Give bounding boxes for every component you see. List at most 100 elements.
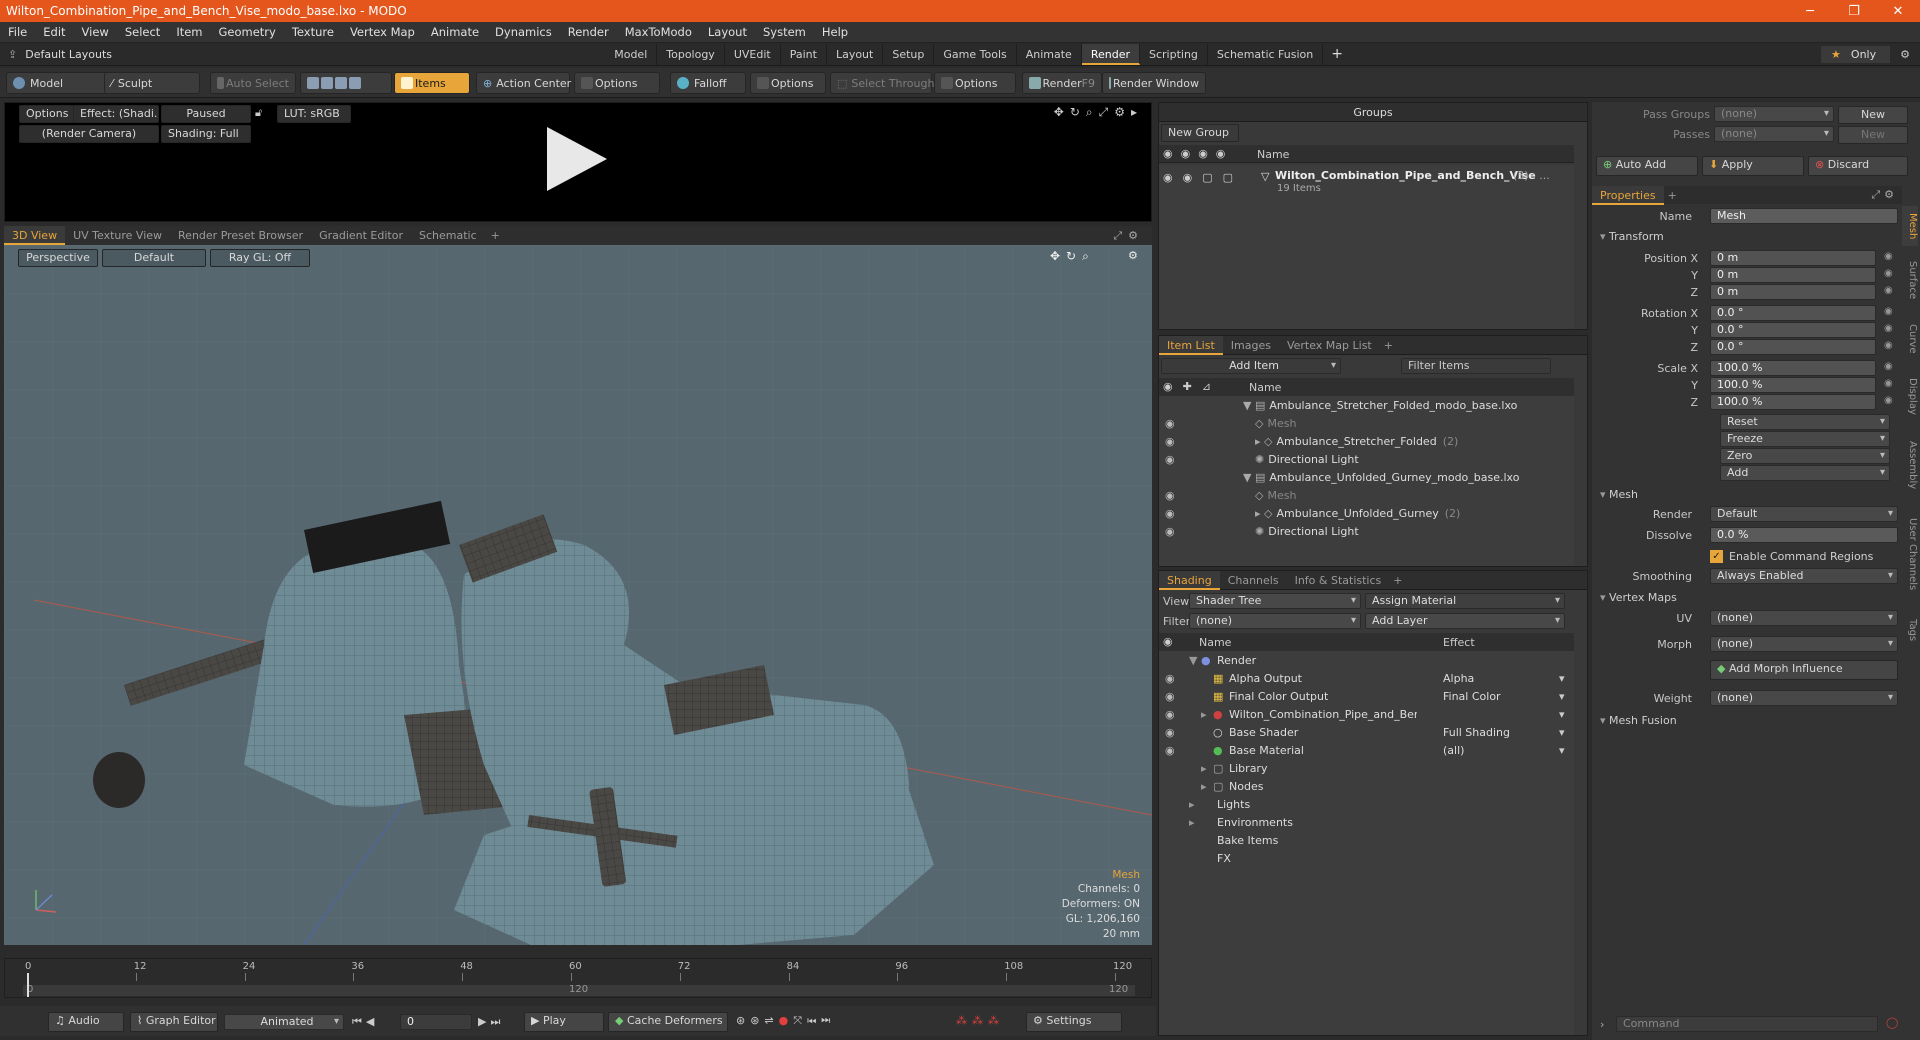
scale-field[interactable]: 100.0 % — [1710, 394, 1876, 410]
shader-item[interactable]: Bake Items — [1159, 831, 1574, 849]
viewport-nav-icons[interactable]: ✥↻⌕ — [1050, 249, 1095, 264]
item-visibility-icons[interactable]: ◉✚⊿ — [1163, 380, 1221, 393]
smoothing-dropdown[interactable]: Always Enabled — [1710, 568, 1898, 584]
sculpt-button[interactable]: ⁄ Sculpt — [104, 72, 200, 94]
play-icon[interactable] — [547, 127, 607, 191]
audio-button[interactable]: ♫ Audio — [48, 1012, 124, 1032]
tab-render-preset-browser[interactable]: Render Preset Browser — [170, 226, 311, 245]
add-viewport-tab[interactable]: + — [485, 229, 506, 242]
pos-field[interactable]: 0 m — [1710, 267, 1876, 283]
lut-dropdown[interactable]: LUT: sRGB — [277, 105, 351, 123]
preview-view-controls[interactable]: ✥↻⌕⤢⚙▸ — [1054, 105, 1143, 120]
play-button[interactable]: ▶ Play — [524, 1012, 604, 1032]
effect-dropdown-icon[interactable]: ▾ — [1559, 690, 1565, 703]
shader-item[interactable]: ▼ ● Render — [1159, 651, 1574, 669]
raygl-dropdown[interactable]: Ray GL: Off — [210, 249, 310, 267]
shader-item[interactable]: ◉ ▦ Alpha Output Alpha ▾ — [1159, 669, 1574, 687]
mesh-fusion-section[interactable]: ▾ Mesh Fusion — [1600, 714, 1677, 727]
add-item-dropdown[interactable]: Add Item — [1161, 358, 1341, 374]
side-tab-surface[interactable]: Surface — [1902, 250, 1918, 311]
keyframe-icon[interactable]: ◉ — [1884, 340, 1893, 351]
tab-render[interactable]: Render — [1081, 43, 1140, 65]
menu-edit[interactable]: Edit — [35, 25, 73, 39]
tab-paint[interactable]: Paint — [781, 43, 827, 65]
keyframe-icon[interactable]: ◉ — [1884, 268, 1893, 279]
checkbox-checked-icon[interactable]: ✓ — [1710, 549, 1723, 563]
tab-channels[interactable]: Channels — [1220, 571, 1287, 590]
tab-shading[interactable]: Shading — [1159, 570, 1220, 590]
expand-icon[interactable]: ⤢⚙ — [1113, 229, 1152, 243]
tab-vertex-map-list[interactable]: Vertex Map List — [1279, 336, 1380, 355]
pass-groups-dropdown[interactable]: (none) — [1714, 106, 1834, 122]
list-item[interactable]: ◉ ▸ ◇ Ambulance_Unfolded_Gurney (2) — [1159, 504, 1574, 522]
tab-schematic[interactable]: Schematic — [411, 226, 485, 245]
properties-expand-icon[interactable]: ⤢⚙ — [1871, 188, 1902, 202]
menu-select[interactable]: Select — [117, 25, 168, 39]
menu-vertex-map[interactable]: Vertex Map — [342, 25, 423, 39]
selection-mode-buttons[interactable] — [300, 72, 392, 94]
add-shading-tab[interactable]: + — [1389, 574, 1406, 587]
tab-model[interactable]: Model — [605, 43, 658, 65]
tab-schematic-fusion[interactable]: Schematic Fusion — [1208, 43, 1324, 65]
vertex-mode-icon[interactable] — [307, 77, 319, 89]
pos-field[interactable]: 0 m — [1710, 250, 1876, 266]
shader-item[interactable]: ◉ ▸● Wilton_Combination_Pipe_and_Bench_...… — [1159, 705, 1574, 723]
filter-dropdown[interactable]: (none) — [1189, 613, 1361, 629]
expand-arrow-icon[interactable]: ▸ — [1201, 780, 1213, 793]
add-layer-dropdown[interactable]: Add Layer — [1365, 613, 1565, 629]
falloff-options[interactable]: Options — [750, 72, 826, 94]
shader-item[interactable]: ◉ ○ Base Shader Full Shading ▾ — [1159, 723, 1574, 741]
menu-dynamics[interactable]: Dynamics — [487, 25, 560, 39]
enable-command-regions[interactable]: ✓ Enable Command Regions — [1710, 548, 1900, 564]
new-group-button[interactable]: New Group — [1161, 124, 1239, 142]
morph-dropdown[interactable]: (none) — [1710, 636, 1898, 652]
eye-icon[interactable]: ◉ — [1159, 453, 1179, 466]
menu-system[interactable]: System — [755, 25, 814, 39]
filter-items-input[interactable]: Filter Items — [1401, 358, 1551, 374]
camera-dropdown[interactable]: (Render Camera) — [19, 125, 159, 143]
menu-texture[interactable]: Texture — [284, 25, 342, 39]
menu-animate[interactable]: Animate — [423, 25, 487, 39]
list-item[interactable]: ◉ ✺ Directional Light — [1159, 450, 1574, 468]
freeze-dropdown[interactable]: Freeze — [1720, 431, 1890, 447]
action-center-button[interactable]: ⊕ Action Center — [476, 72, 571, 94]
auto-select-button[interactable]: Auto Select — [210, 72, 296, 94]
tab-uv-texture-view[interactable]: UV Texture View — [65, 226, 170, 245]
lock-icon[interactable]: 🔓︎ — [255, 106, 262, 120]
mesh-section[interactable]: ▾ Mesh — [1600, 488, 1638, 501]
side-tab-tags[interactable]: Tags — [1902, 610, 1918, 650]
add-morph-influence-button[interactable]: ◆ Add Morph Influence — [1710, 660, 1898, 680]
side-tab-display[interactable]: Display — [1902, 366, 1918, 427]
graph-editor-button[interactable]: ⌇ Graph Editor — [130, 1012, 218, 1032]
menu-help[interactable]: Help — [814, 25, 856, 39]
name-field[interactable]: Mesh — [1710, 208, 1898, 224]
passes-dropdown[interactable]: (none) — [1714, 126, 1834, 142]
list-item[interactable]: ◉ ✺ Directional Light — [1159, 522, 1574, 540]
rewind-buttons[interactable]: ⏮◀ — [352, 1015, 378, 1029]
shading-dropdown[interactable]: Shading: Full — [161, 125, 251, 143]
menu-view[interactable]: View — [74, 25, 117, 39]
keyframe-icon[interactable]: ◉ — [1884, 378, 1893, 389]
view-dropdown[interactable]: Shader Tree — [1189, 593, 1361, 609]
layout-icon[interactable]: ⇪ — [0, 48, 25, 61]
shader-effect[interactable]: Alpha — [1443, 672, 1474, 685]
reset-dropdown[interactable]: Reset — [1720, 414, 1890, 430]
tab-item-list[interactable]: Item List — [1159, 335, 1223, 355]
side-tab-mesh[interactable]: Mesh — [1902, 206, 1918, 246]
record-controls[interactable]: ⁂⁂⁂ — [956, 1014, 1004, 1027]
tab-topology[interactable]: Topology — [657, 43, 725, 65]
settings-button[interactable]: ⚙ Settings — [1026, 1012, 1122, 1032]
render-window-button[interactable]: Render Window — [1102, 72, 1206, 94]
effect-dropdown-icon[interactable]: ▾ — [1559, 726, 1565, 739]
side-tab-user-channels[interactable]: User Channels — [1902, 503, 1918, 606]
render-dropdown[interactable]: Default — [1710, 506, 1898, 522]
rot-field[interactable]: 0.0 ° — [1710, 339, 1876, 355]
rot-field[interactable]: 0.0 ° — [1710, 305, 1876, 321]
tab-properties[interactable]: Properties — [1592, 185, 1664, 205]
tab-layout[interactable]: Layout — [827, 43, 884, 65]
tab-setup[interactable]: Setup — [883, 43, 935, 65]
groups-visibility-icons[interactable]: ◉◉◉◉ — [1163, 147, 1233, 160]
timeline[interactable]: 0 12 24 36 48 60 72 84 96 108 120 0 120 120 — [4, 958, 1152, 998]
group-row-icons[interactable]: ◉◉▢▢ — [1163, 171, 1243, 184]
list-item[interactable]: ◉ ◇ Mesh — [1159, 486, 1574, 504]
